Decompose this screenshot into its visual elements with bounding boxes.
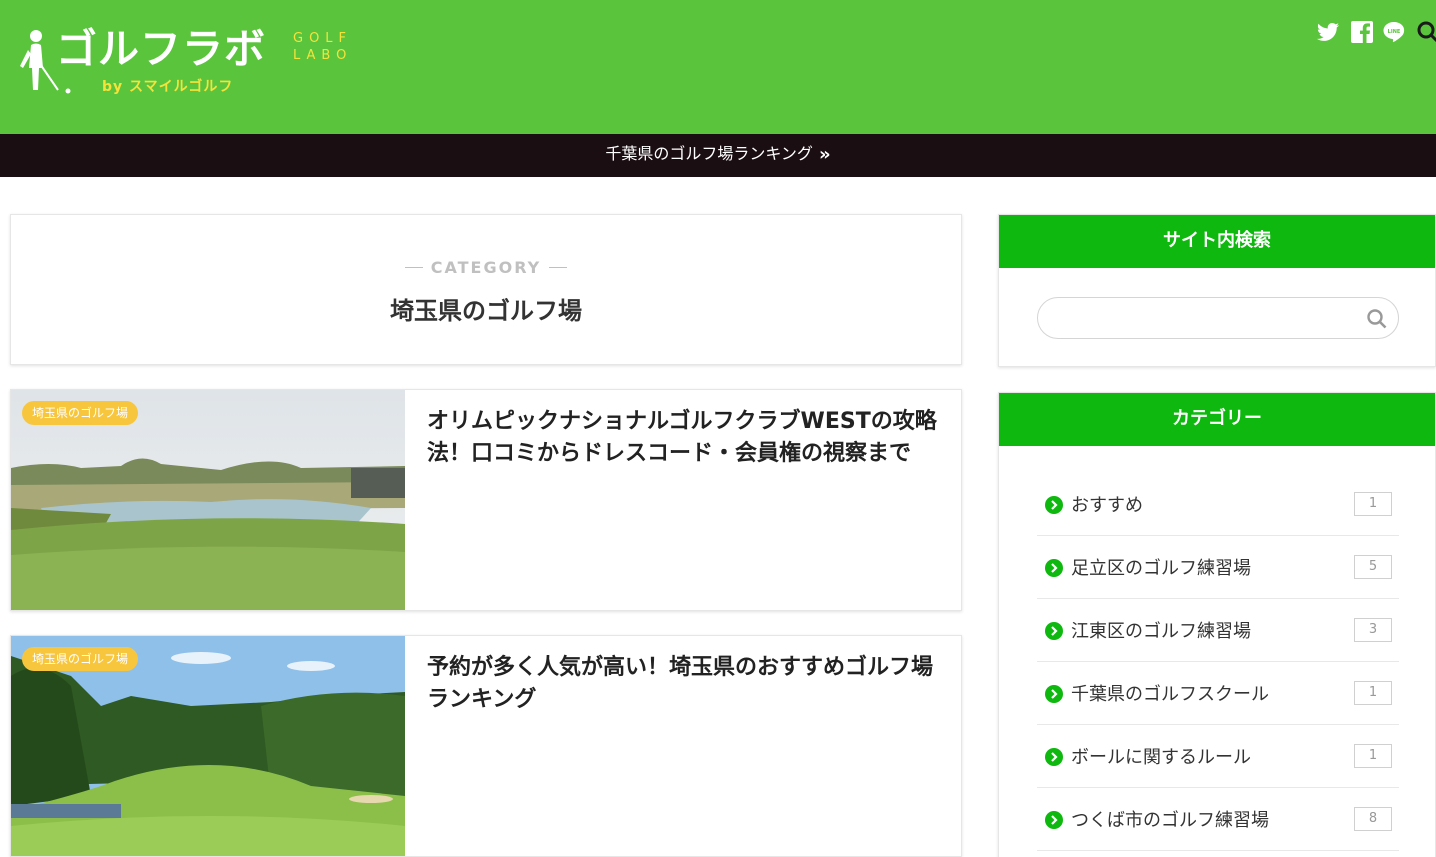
category-count-badge: 5 — [1354, 555, 1392, 579]
post-card[interactable]: 埼玉県のゴルフ場 オリムピックナショナルゴルフクラブWESTの攻略法！口コミから… — [10, 389, 962, 611]
category-count-badge: 1 — [1354, 492, 1392, 516]
facebook-icon[interactable] — [1350, 20, 1374, 44]
category-count-badge: 1 — [1354, 744, 1392, 768]
category-item[interactable]: おすすめ 1 — [1037, 473, 1399, 536]
category-count-badge: 1 — [1354, 681, 1392, 705]
post-category-badge[interactable]: 埼玉県のゴルフ場 — [22, 401, 139, 425]
category-label-text: CATEGORY — [430, 258, 542, 277]
post-title[interactable]: オリムピックナショナルゴルフクラブWESTの攻略法！口コミからドレスコード・会員… — [427, 406, 937, 470]
chevron-circle-icon — [1045, 748, 1063, 766]
category-name: ボールに関するルール — [1071, 747, 1251, 768]
category-count-badge: 3 — [1354, 618, 1392, 642]
category-item[interactable]: 足立区のゴルフ練習場 5 — [1037, 536, 1399, 599]
category-item[interactable]: ボールに関するルール 1 — [1037, 725, 1399, 788]
chevron-circle-icon — [1045, 685, 1063, 703]
post-thumbnail[interactable]: 埼玉県のゴルフ場 — [11, 636, 405, 856]
search-box — [1037, 297, 1399, 339]
widget-title: カテゴリー — [999, 393, 1435, 446]
post-thumbnail[interactable]: 埼玉県のゴルフ場 — [11, 390, 405, 610]
nav-ranking-link[interactable]: 千葉県のゴルフ場ランキング » — [0, 134, 1436, 177]
site-logo[interactable]: ゴルフラボ GOLF LABO by スマイルゴルフ — [14, 26, 374, 106]
category-count-badge: 8 — [1354, 807, 1392, 831]
ranking-nav-bar: 千葉県のゴルフ場ランキング » — [0, 134, 1436, 177]
post-card[interactable]: 埼玉県のゴルフ場 予約が多く人気が高い！埼玉県のおすすめゴルフ場ランキング — [10, 635, 962, 857]
chevron-circle-icon — [1045, 811, 1063, 829]
widget-title: サイト内検索 — [999, 215, 1435, 268]
line-icon[interactable]: LINE — [1382, 20, 1406, 44]
svg-text:LINE: LINE — [1388, 29, 1401, 35]
category-item[interactable]: つくば市のゴルフ練習場 8 — [1037, 788, 1399, 851]
category-name: おすすめ — [1071, 495, 1143, 516]
category-name: 足立区のゴルフ練習場 — [1071, 558, 1251, 579]
category-header: CATEGORY 埼玉県のゴルフ場 — [10, 214, 962, 365]
chevron-circle-icon — [1045, 496, 1063, 514]
category-name: つくば市のゴルフ練習場 — [1071, 810, 1269, 831]
chevron-circle-icon — [1045, 622, 1063, 640]
category-list: おすすめ 1 足立区のゴルフ練習場 5 江東区のゴルフ練習場 3 千葉県のゴルフ… — [1037, 473, 1399, 851]
category-item[interactable]: 江東区のゴルフ練習場 3 — [1037, 599, 1399, 662]
category-name: 江東区のゴルフ練習場 — [1071, 621, 1251, 642]
divider — [404, 267, 423, 268]
logo-english: GOLF LABO — [293, 30, 352, 64]
page-title: 埼玉県のゴルフ場 — [390, 297, 582, 325]
logo-wordmark: ゴルフラボ — [56, 25, 266, 73]
nav-ranking-label: 千葉県のゴルフ場ランキング — [605, 144, 813, 163]
category-item[interactable]: 千葉県のゴルフスクール 1 — [1037, 662, 1399, 725]
site-header: ゴルフラボ GOLF LABO by スマイルゴルフ LINE — [0, 0, 1436, 134]
double-chevron-right-icon: » — [818, 144, 831, 165]
logo-en-line1: GOLF — [293, 31, 353, 46]
post-title[interactable]: 予約が多く人気が高い！埼玉県のおすすめゴルフ場ランキング — [427, 652, 937, 716]
search-input[interactable] — [1054, 304, 1354, 332]
logo-subtitle: by スマイルゴルフ — [102, 79, 234, 95]
category-name: 千葉県のゴルフスクール — [1071, 684, 1269, 705]
category-label: CATEGORY — [11, 258, 961, 277]
post-category-badge[interactable]: 埼玉県のゴルフ場 — [22, 647, 139, 671]
search-icon[interactable] — [1416, 20, 1436, 44]
sidebar-search-widget: サイト内検索 — [998, 214, 1436, 367]
twitter-icon[interactable] — [1316, 20, 1340, 44]
logo-en-line2: LABO — [293, 48, 353, 63]
sidebar-category-widget: カテゴリー おすすめ 1 足立区のゴルフ練習場 5 江東区のゴルフ練習場 3 千… — [998, 392, 1436, 857]
chevron-circle-icon — [1045, 559, 1063, 577]
divider — [549, 267, 568, 268]
search-icon[interactable] — [1366, 308, 1388, 330]
